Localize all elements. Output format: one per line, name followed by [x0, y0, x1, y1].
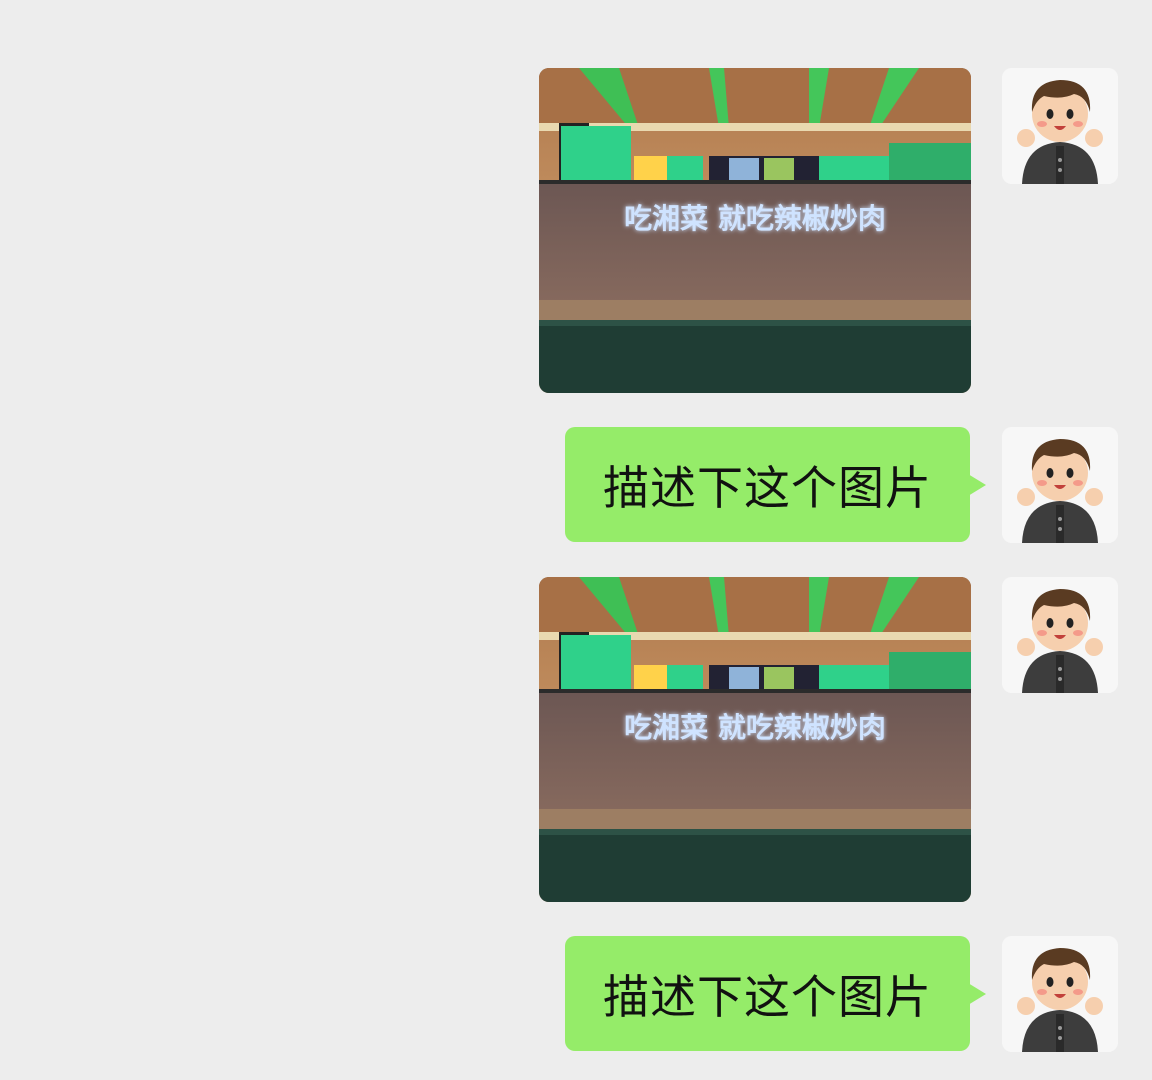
avatar[interactable]	[1002, 936, 1118, 1052]
text-bubble[interactable]: 描述下这个图片	[565, 936, 970, 1051]
bubble-tail	[968, 983, 986, 1005]
cartoon-boy-avatar-icon	[1002, 427, 1118, 543]
neon-sign: 吃湘菜 就吃辣椒炒肉	[624, 202, 886, 235]
chat-image[interactable]: 吃湘菜 就吃辣椒炒肉	[539, 577, 971, 902]
avatar[interactable]	[1002, 68, 1118, 184]
neon-sign: 吃湘菜 就吃辣椒炒肉	[624, 711, 886, 744]
cartoon-boy-avatar-icon	[1002, 936, 1118, 1052]
restaurant-photo: 吃湘菜 就吃辣椒炒肉	[539, 577, 971, 902]
text-bubble[interactable]: 描述下这个图片	[565, 427, 970, 542]
bubble-tail	[968, 474, 986, 496]
chat-image[interactable]: 吃湘菜 就吃辣椒炒肉	[539, 68, 971, 393]
message-text: 描述下这个图片	[603, 969, 932, 1024]
avatar[interactable]	[1002, 427, 1118, 543]
cartoon-boy-avatar-icon	[1002, 577, 1118, 693]
left-screen	[561, 126, 631, 181]
restaurant-photo: 吃湘菜 就吃辣椒炒肉	[539, 68, 971, 393]
message-text: 描述下这个图片	[603, 460, 932, 515]
cartoon-boy-avatar-icon	[1002, 68, 1118, 184]
avatar[interactable]	[1002, 577, 1118, 693]
